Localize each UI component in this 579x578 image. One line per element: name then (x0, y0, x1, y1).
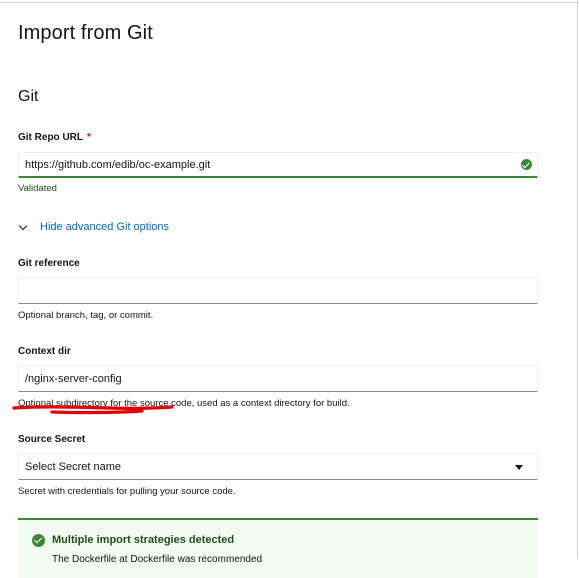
section-title-git: Git (18, 88, 39, 105)
git-repo-url-label: Git Repo URL * (18, 132, 91, 143)
required-marker: * (87, 132, 91, 143)
caret-down-icon (515, 465, 523, 470)
alert-title: Multiple import strategies detected (52, 534, 235, 546)
check-circle-icon (32, 534, 45, 547)
hide-advanced-git-options-label: Hide advanced Git options (40, 221, 170, 233)
context-dir-input[interactable]: /nginx-server-config (18, 366, 538, 392)
git-repo-url-value: https://github.com/edib/oc-example.git (25, 158, 211, 171)
context-dir-label: Context dir (18, 346, 71, 357)
source-secret-select[interactable]: Select Secret name (18, 454, 538, 480)
source-secret-label: Source Secret (18, 434, 86, 445)
git-reference-helper: Optional branch, tag, or commit. (18, 310, 154, 321)
git-repo-url-helper: Validated (18, 183, 57, 194)
right-border (577, 0, 578, 558)
source-secret-helper: Secret with credentials for pulling your… (18, 486, 236, 497)
red-underline-annotation (12, 405, 174, 415)
top-border (0, 2, 579, 3)
page-title: Import from Git (18, 22, 153, 44)
git-repo-url-input[interactable]: https://github.com/edib/oc-example.git (18, 152, 538, 178)
context-dir-value: /nginx-server-config (25, 373, 122, 385)
import-strategy-alert: Multiple import strategies detected The … (18, 518, 538, 578)
git-reference-input[interactable] (18, 278, 538, 304)
hide-advanced-git-options-toggle[interactable]: Hide advanced Git options (18, 221, 169, 233)
alert-body: The Dockerfile at Dockerfile was recomme… (52, 554, 263, 565)
chevron-down-icon (18, 221, 28, 230)
source-secret-selected: Select Secret name (25, 461, 121, 473)
git-repo-url-label-text: Git Repo URL (18, 132, 83, 143)
git-reference-label: Git reference (18, 258, 80, 269)
check-circle-icon (521, 159, 532, 170)
